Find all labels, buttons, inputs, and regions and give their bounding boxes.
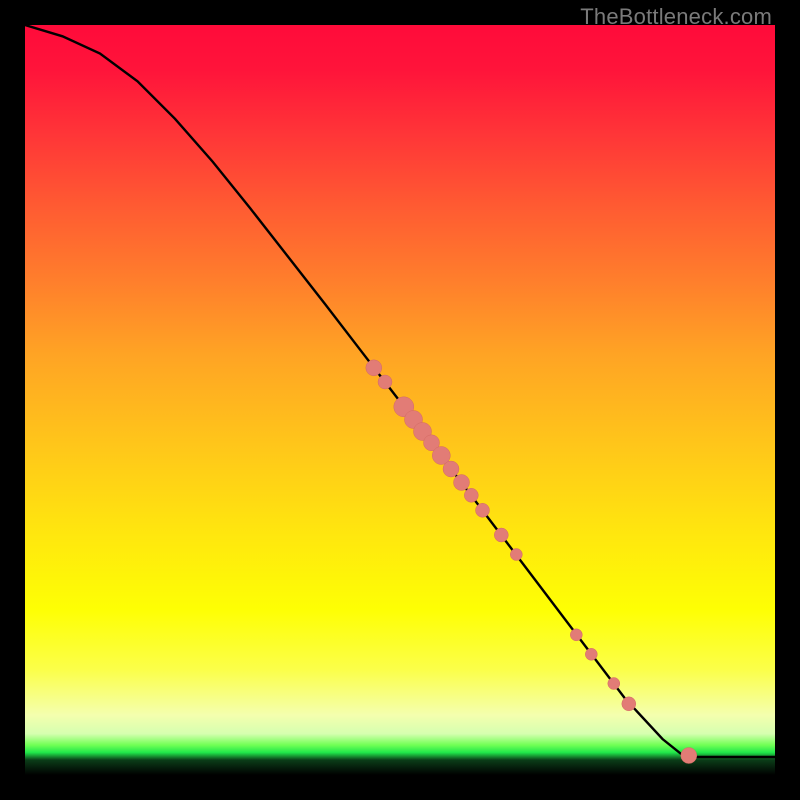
data-point <box>432 447 450 465</box>
plot-area <box>25 25 775 775</box>
data-point <box>394 397 414 417</box>
watermark-label: TheBottleneck.com <box>580 4 772 30</box>
data-point <box>476 503 490 517</box>
data-point <box>424 435 440 451</box>
curve-layer <box>25 25 775 775</box>
data-point <box>464 488 478 502</box>
data-point <box>570 629 582 641</box>
data-point <box>681 748 697 764</box>
data-point <box>608 678 620 690</box>
data-point <box>366 360 382 376</box>
bottleneck-curve <box>25 25 775 757</box>
data-point <box>443 461 459 477</box>
chart-stage: TheBottleneck.com <box>0 0 800 800</box>
data-point <box>494 528 508 542</box>
data-point <box>622 697 636 711</box>
data-point <box>510 549 522 561</box>
data-point <box>405 411 423 429</box>
data-point <box>585 648 597 660</box>
data-point <box>414 423 432 441</box>
data-point <box>454 475 470 491</box>
data-points-group <box>366 360 697 764</box>
data-point <box>378 375 392 389</box>
